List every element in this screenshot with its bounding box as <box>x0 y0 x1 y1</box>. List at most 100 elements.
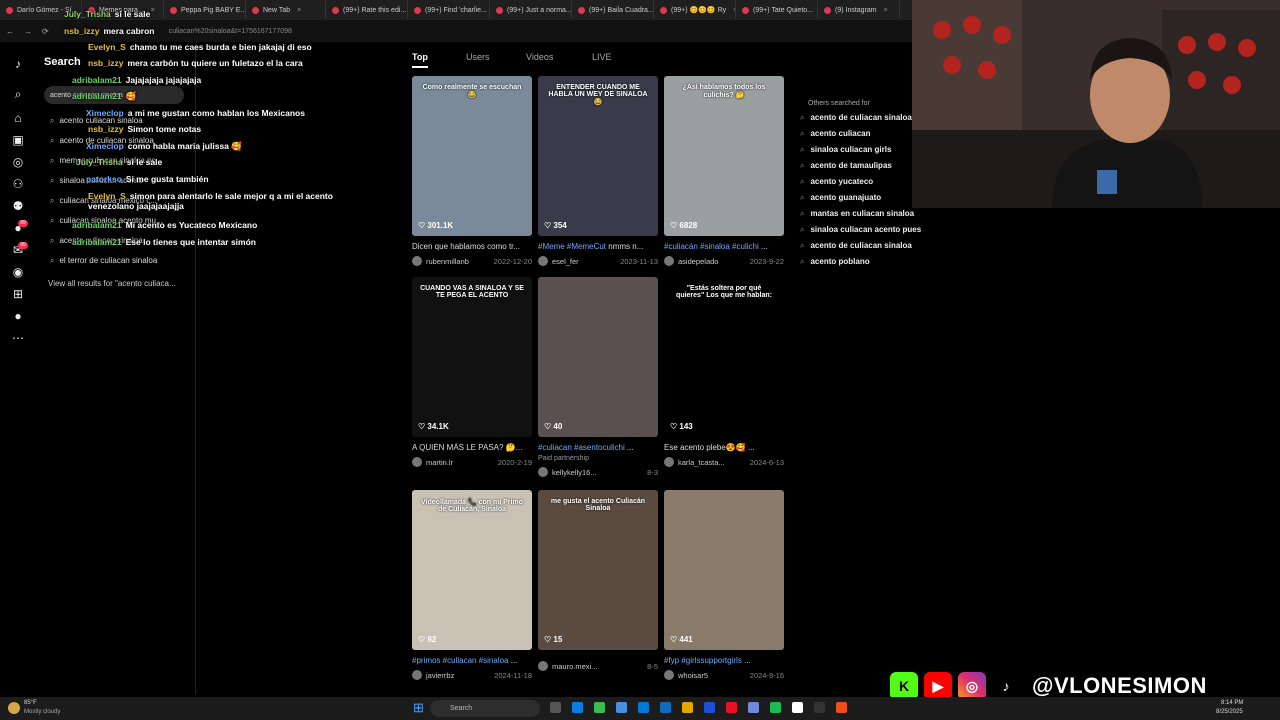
tab-users[interactable]: Users <box>466 52 490 62</box>
browser-tab[interactable]: (99+) Rate this edi...× <box>326 1 408 19</box>
avatar[interactable] <box>412 256 422 266</box>
windows-start-icon[interactable]: ⊞ <box>413 701 426 714</box>
tab-videos[interactable]: Videos <box>526 52 553 62</box>
related-search-item[interactable]: ⌕ acento poblano <box>800 257 912 267</box>
search-icon[interactable]: ⌕ <box>10 86 26 102</box>
home-icon[interactable]: ⌂ <box>10 110 26 126</box>
hashtags[interactable]: #culiacán #sinaloa #culichi <box>664 242 759 251</box>
taskbar-app-icon[interactable] <box>770 702 781 713</box>
shop-icon[interactable]: ▣ <box>10 132 26 148</box>
video-card[interactable]: me gusta el acento Culiacán Sinaloa ♡ 15 m… <box>538 490 658 671</box>
browser-tab[interactable]: (99+) 😊😊😊 Ry× <box>654 1 736 19</box>
username[interactable]: mauro.mexi... <box>552 662 597 671</box>
video-caption[interactable]: Dicen que hablamos como tr... <box>412 242 532 251</box>
video-caption[interactable]: #culiacan #asentoculichi ... <box>538 443 658 452</box>
video-thumbnail[interactable]: ¿Así hablamos todos los culichis? 🤔 ♡ 682… <box>664 76 784 236</box>
taskbar-app-icon[interactable] <box>638 702 649 713</box>
video-card[interactable]: ♡ 40 #culiacan #asentoculichi ... Paid par… <box>538 277 658 477</box>
taskbar-app-icon[interactable] <box>572 702 583 713</box>
related-search-item[interactable]: ⌕ sinaloa culiacan acento pues <box>800 225 921 235</box>
taskbar-app-icon[interactable] <box>660 702 671 713</box>
more-icon[interactable]: ⋯ <box>10 330 26 346</box>
taskbar-app-icon[interactable] <box>594 702 605 713</box>
video-caption[interactable]: #primos #culiacan #sinaloa ... <box>412 656 532 665</box>
hashtags[interactable]: #fyp #girlssupportgirls <box>664 656 742 665</box>
tiktok-logo-icon[interactable]: ♪ <box>10 56 26 72</box>
avatar[interactable] <box>664 256 674 266</box>
username[interactable]: asidepelado <box>678 257 718 266</box>
taskbar-app-icon[interactable] <box>704 702 715 713</box>
related-search-item[interactable]: ⌕ mantas en culiacan sinaloa <box>800 209 914 219</box>
related-search-item[interactable]: ⌕ acento de tamaulipas <box>800 161 912 171</box>
video-thumbnail[interactable]: "Estás soltera por qué quieres" Los que … <box>664 277 784 437</box>
related-search-item[interactable]: ⌕ acento yucateco <box>800 177 912 187</box>
username[interactable]: esel_fer <box>552 257 579 266</box>
taskbar-app-icon[interactable] <box>836 702 847 713</box>
view-all-results-link[interactable]: View all results for "acento culiaca... <box>48 279 176 288</box>
browser-tab[interactable]: Peppa Pig BABY E...× <box>164 1 246 19</box>
taskbar-app-icon[interactable] <box>792 702 803 713</box>
related-search-item[interactable]: ⌕ acento guanajuato <box>800 193 912 203</box>
username[interactable]: whoisar5 <box>678 671 708 680</box>
taskbar-app-icon[interactable] <box>814 702 825 713</box>
tab-live[interactable]: LIVE <box>592 52 612 62</box>
browser-tab[interactable]: (99+) Baila Cuadra...× <box>572 1 654 19</box>
video-thumbnail[interactable]: me gusta el acento Culiacán Sinaloa ♡ 15 <box>538 490 658 650</box>
browser-tab[interactable]: (99+) Just a norma...× <box>490 1 572 19</box>
username[interactable]: kellykelly16... <box>552 468 597 477</box>
avatar[interactable] <box>538 661 548 671</box>
avatar[interactable] <box>538 467 548 477</box>
video-caption[interactable]: #culiacán #sinaloa #culichi ... <box>664 242 784 251</box>
video-thumbnail[interactable]: ♡ 441 <box>664 490 784 650</box>
related-search-item[interactable]: ⌕ acento de culiacan sinaloa <box>800 241 912 251</box>
profile-icon[interactable]: ● <box>10 308 26 324</box>
url-field[interactable]: culiacan%20sinaloa&t=1756167177098 <box>169 28 292 35</box>
hashtags[interactable]: #culiacan #asentoculichi <box>538 443 625 452</box>
taskbar-search[interactable]: Search <box>430 700 540 717</box>
close-icon[interactable]: × <box>151 7 155 14</box>
video-thumbnail[interactable]: ENTENDER CUANDO ME HABLA UN WEY DE SINAL… <box>538 76 658 236</box>
reload-icon[interactable]: ⟳ <box>42 27 49 36</box>
avatar[interactable] <box>538 256 548 266</box>
forward-icon[interactable]: → <box>24 27 32 36</box>
related-search-item[interactable]: ⌕ acento de culiacan sinaloa <box>800 113 912 123</box>
video-caption[interactable]: A QUIÉN MÁS LE PASA? 🤔... <box>412 443 532 452</box>
friends-icon[interactable]: ⚉ <box>10 198 26 214</box>
video-card[interactable]: ♡ 441 #fyp #girlssupportgirls ... whoisar5… <box>664 490 784 680</box>
video-card[interactable]: ¿Así hablamos todos los culichis? 🤔 ♡ 682… <box>664 76 784 266</box>
browser-tab[interactable]: (9) Instagram × <box>818 1 900 19</box>
browser-tab[interactable]: (99+) Tate Quieto...× <box>736 1 818 19</box>
taskbar-app-icon[interactable] <box>616 702 627 713</box>
avatar[interactable] <box>412 670 422 680</box>
upload-icon[interactable]: ⊞ <box>10 286 26 302</box>
username[interactable]: javierrbz <box>426 671 454 680</box>
taskbar-app-icon[interactable] <box>682 702 693 713</box>
following-icon[interactable]: ⚇ <box>10 176 26 192</box>
explore-icon[interactable]: ◎ <box>10 154 26 170</box>
avatar[interactable] <box>664 670 674 680</box>
username[interactable]: karla_tcasta... <box>678 458 725 467</box>
close-icon[interactable]: × <box>297 7 301 14</box>
video-thumbnail[interactable]: CUANDO VAS A SINALOA Y SE TE PEGA EL ACE… <box>412 277 532 437</box>
video-thumbnail[interactable]: Como realmente se escuchan 😂 ♡ 301.1K <box>412 76 532 236</box>
video-caption[interactable]: #fyp #girlssupportgirls ... <box>664 656 784 665</box>
tab-top[interactable]: Top <box>412 52 428 62</box>
activity-icon[interactable]: ◉ <box>10 264 26 280</box>
related-search-item[interactable]: ⌕ sinaloa culiacan girls <box>800 145 912 155</box>
video-card[interactable]: Como realmente se escuchan 😂 ♡ 301.1K Dice… <box>412 76 532 266</box>
back-icon[interactable]: ← <box>6 27 14 36</box>
username[interactable]: martin.lr <box>426 458 453 467</box>
taskbar-app-icon[interactable] <box>550 702 561 713</box>
video-card[interactable]: ENTENDER CUANDO ME HABLA UN WEY DE SINAL… <box>538 76 658 266</box>
browser-tab[interactable]: New Tab × <box>246 1 326 19</box>
video-card[interactable]: "Estás soltera por qué quieres" Los que … <box>664 277 784 467</box>
video-card[interactable]: Videollamada 📞 con mi Primo de Culiacán,… <box>412 490 532 680</box>
related-search-item[interactable]: ⌕ acento culiacan <box>800 129 912 139</box>
taskbar-app-icon[interactable] <box>726 702 737 713</box>
video-thumbnail[interactable]: Videollamada 📞 con mi Primo de Culiacán,… <box>412 490 532 650</box>
suggestion-item[interactable]: ⌕ el terror de culiacan sinaloa <box>50 256 157 266</box>
video-card[interactable]: CUANDO VAS A SINALOA Y SE TE PEGA EL ACE… <box>412 277 532 467</box>
avatar[interactable] <box>664 457 674 467</box>
browser-tab[interactable]: (99+) Find 'charlie...× <box>408 1 490 19</box>
hashtags[interactable]: #primos #culiacan #sinaloa <box>412 656 509 665</box>
